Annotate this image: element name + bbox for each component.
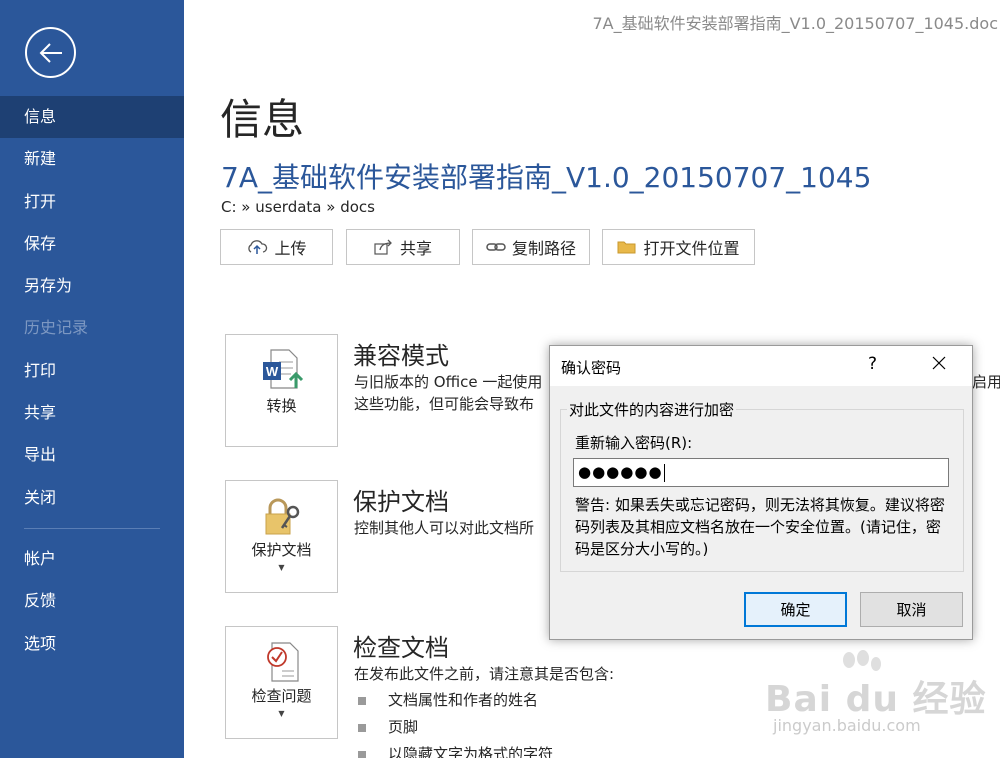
sidebar-item-save[interactable]: 保存: [0, 223, 184, 265]
help-button[interactable]: ?: [868, 354, 877, 374]
backstage-sidebar: 信息 新建 打开 保存 另存为 历史记录 打印 共享 导出 关闭 帐户 反馈 选…: [0, 0, 184, 758]
check-for-issues-button[interactable]: 检查问题 ▼: [225, 626, 338, 739]
back-arrow-icon: [39, 43, 62, 63]
list-item: 以隐藏文字为格式的字符: [358, 743, 553, 758]
share-label: 共享: [399, 239, 432, 258]
encrypt-group-label: 对此文件的内容进行加密: [567, 399, 737, 420]
copy-path-button[interactable]: 复制路径: [472, 229, 590, 265]
sidebar-item-info[interactable]: 信息: [0, 96, 184, 139]
upload-icon: [248, 240, 268, 254]
share-button[interactable]: 共享: [346, 229, 460, 265]
inspect-document-title: 检查文档: [353, 634, 449, 662]
upload-button[interactable]: 上传: [220, 229, 333, 265]
text-cursor: [663, 463, 665, 482]
convert-label: 转换: [266, 397, 297, 415]
folder-icon: [617, 241, 636, 254]
copy-path-label: 复制路径: [511, 239, 576, 258]
password-input[interactable]: ●●●●●●: [573, 458, 949, 487]
sidebar-item-account[interactable]: 帐户: [0, 538, 184, 580]
compat-mode-text-1: 与旧版本的 Office 一起使用: [354, 373, 543, 391]
sidebar-item-print[interactable]: 打印: [0, 350, 184, 392]
svg-text:W: W: [266, 364, 279, 379]
dialog-title: 确认密码: [561, 359, 622, 377]
list-item: 页脚: [358, 716, 418, 737]
share-icon: [374, 239, 392, 255]
sidebar-item-save-as[interactable]: 另存为: [0, 265, 184, 307]
chevron-down-icon: ▼: [278, 709, 285, 718]
confirm-password-dialog: 确认密码 ? 对此文件的内容进行加密 重新输入密码(R): ●●●●●● 警告:…: [549, 345, 973, 640]
sidebar-item-open[interactable]: 打开: [0, 181, 184, 223]
word-convert-icon: W: [263, 349, 304, 389]
document-path: C: » userdata » docs: [221, 198, 375, 216]
window-file-title: 7A_基础软件安装部署指南_V1.0_20150707_1045.doc: [592, 14, 998, 33]
inspect-document-icon: [267, 642, 299, 682]
sidebar-item-close[interactable]: 关闭: [0, 477, 184, 519]
reenter-password-label: 重新输入密码(R):: [575, 434, 693, 452]
upload-label: 上传: [274, 239, 307, 258]
open-file-location-label: 打开文件位置: [643, 239, 740, 258]
compat-mode-title: 兼容模式: [353, 342, 449, 370]
protect-document-button[interactable]: 保护文档 ▼: [225, 480, 338, 593]
sidebar-item-options[interactable]: 选项: [0, 623, 184, 665]
chevron-down-icon: ▼: [278, 563, 285, 572]
document-name: 7A_基础软件安装部署指南_V1.0_20150707_1045: [221, 161, 872, 194]
password-value: ●●●●●●: [578, 463, 663, 481]
open-file-location-button[interactable]: 打开文件位置: [602, 229, 755, 265]
close-button[interactable]: [931, 355, 947, 375]
inspect-document-text: 在发布此文件之前，请注意其是否包含:: [354, 665, 615, 683]
sidebar-item-new[interactable]: 新建: [0, 138, 184, 180]
protect-document-label: 保护文档: [251, 541, 312, 559]
sidebar-divider: [24, 527, 160, 529]
baidu-jingyan-watermark: Bai du 经验 jingyan.baidu.com: [765, 650, 995, 750]
sidebar-item-feedback[interactable]: 反馈: [0, 580, 184, 622]
back-button[interactable]: [25, 27, 76, 78]
link-icon: [486, 243, 506, 251]
lock-key-icon: [265, 498, 300, 535]
dialog-titlebar: 确认密码 ?: [550, 346, 972, 386]
sidebar-nav: 信息 新建 打开 保存 另存为 历史记录 打印 共享 导出 关闭 帐户 反馈 选…: [0, 96, 184, 665]
watermark-url: jingyan.baidu.com: [773, 716, 921, 735]
watermark-brand: Bai du 经验: [765, 679, 987, 720]
sidebar-item-history: 历史记录: [24, 318, 89, 338]
convert-button[interactable]: W 转换: [225, 334, 338, 447]
ok-button[interactable]: 确定: [744, 592, 847, 627]
page-title: 信息: [220, 95, 305, 144]
close-icon: [932, 356, 946, 370]
protect-document-text: 控制其他人可以对此文档所: [354, 519, 535, 537]
compat-mode-text-cut: 启用: [972, 373, 1000, 391]
protect-document-title: 保护文档: [353, 488, 449, 516]
compat-mode-text-2: 这些功能，但可能会导致布: [354, 395, 535, 413]
sidebar-item-export[interactable]: 导出: [0, 434, 184, 476]
list-item: 文档属性和作者的姓名: [358, 689, 538, 710]
cancel-button[interactable]: 取消: [860, 592, 963, 627]
sidebar-item-share[interactable]: 共享: [0, 392, 184, 434]
check-for-issues-label: 检查问题: [251, 687, 312, 705]
password-warning-text: 警告: 如果丢失或忘记密码，则无法将其恢复。建议将密码列表及其相应文档名放在一个…: [575, 496, 945, 558]
